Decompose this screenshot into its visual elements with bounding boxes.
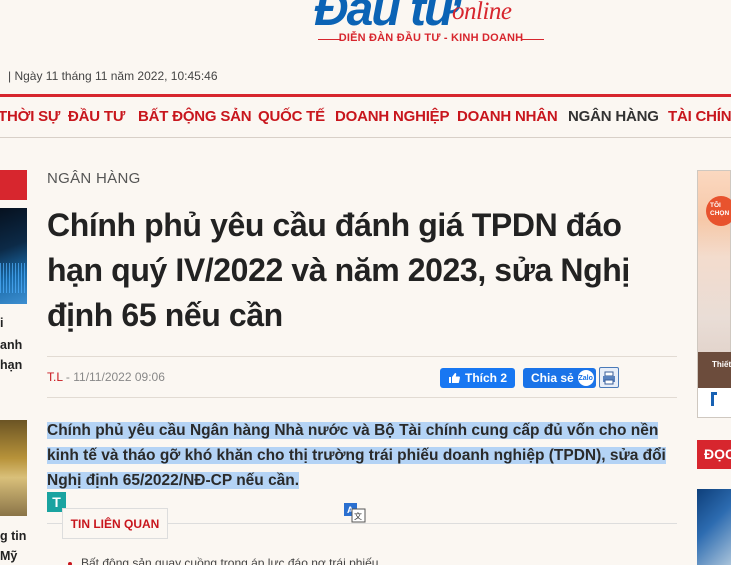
left-news-title-1-line-2[interactable]: anh	[0, 334, 22, 356]
facebook-like-button[interactable]: Thích 2	[440, 368, 515, 388]
tagline-divider-right	[522, 39, 544, 40]
translate-popup-icon[interactable]: A 文	[343, 502, 367, 524]
svg-text:文: 文	[354, 511, 362, 521]
left-news-thumbnail-1[interactable]	[0, 208, 27, 304]
zalo-share-button[interactable]: Chia sẻ Zalo	[523, 368, 596, 388]
most-read-header: ĐỌC	[697, 440, 731, 469]
ad-logo-icon	[711, 392, 717, 406]
article-date: - 11/11/2022 09:06	[65, 370, 165, 384]
article-sapo: Chính phủ yêu cầu Ngân hàng Nhà nước và …	[47, 418, 677, 493]
article-title: Chính phủ yêu cầu đánh giá TPDN đáo hạn …	[47, 207, 630, 333]
nav-item-ngan-hang[interactable]: NGÂN HÀNG	[568, 108, 659, 125]
ad-image-dark: Thiết	[698, 352, 731, 388]
nav-item-doanh-nghiep[interactable]: DOANH NGHIỆP	[335, 108, 449, 125]
ad-text: Thiết	[712, 360, 731, 369]
left-news-title-2-line-2[interactable]: Mỹ	[0, 545, 17, 565]
main-nav: THỜI SỰ ĐẦU TƯ BẤT ĐỘNG SẢN QUỐC TẾ DOAN…	[0, 94, 731, 138]
left-news-thumbnail-2[interactable]	[0, 420, 27, 516]
nav-item-dau-tu[interactable]: ĐẦU TƯ	[68, 108, 125, 125]
nav-item-tai-chinh[interactable]: TÀI CHÍNH	[668, 108, 731, 125]
like-label: Thích 2	[464, 371, 507, 385]
nav-item-quoc-te[interactable]: QUỐC TẾ	[258, 108, 325, 125]
site-tagline: DIỄN ĐÀN ĐẦU TƯ - KINH DOANH	[338, 32, 524, 44]
left-news-title-1-line-3[interactable]: hạn	[0, 354, 22, 376]
meta-divider-top	[47, 356, 677, 357]
right-news-thumbnail[interactable]	[697, 489, 731, 565]
thumbs-up-icon	[448, 373, 460, 383]
nav-item-thoi-su[interactable]: THỜI SỰ	[0, 108, 60, 125]
related-news-item[interactable]: Bất động sản quay cuồng trong áp lực đáo…	[81, 556, 378, 565]
share-label: Chia sẻ	[531, 371, 574, 385]
left-section-header	[0, 170, 27, 200]
article-meta: T.L - 11/11/2022 09:06	[47, 370, 165, 384]
left-news-title-1-line-1[interactable]: i	[0, 312, 3, 334]
logo-online-text: online	[452, 0, 512, 25]
zalo-icon: Zalo	[577, 370, 594, 386]
printer-icon	[603, 371, 615, 384]
related-news-header: TIN LIÊN QUAN	[62, 508, 168, 539]
article-category[interactable]: NGÂN HÀNG	[47, 170, 141, 187]
nav-item-bat-dong-san[interactable]: BẤT ĐỘNG SẢN	[138, 108, 252, 125]
print-button[interactable]	[599, 367, 619, 388]
sapo-highlighted-text: Chính phủ yêu cầu Ngân hàng Nhà nước và …	[47, 422, 666, 489]
left-news-title-2-line-1[interactable]: g tin	[0, 525, 26, 547]
current-date: | Ngày 11 tháng 11 năm 2022, 10:45:46	[8, 69, 218, 83]
meta-divider-bottom	[47, 397, 677, 398]
ad-badge: TÔI CHỌN	[706, 196, 731, 226]
nav-item-doanh-nhan[interactable]: DOANH NHÂN	[457, 108, 558, 125]
article-author[interactable]: T.L	[47, 370, 63, 384]
